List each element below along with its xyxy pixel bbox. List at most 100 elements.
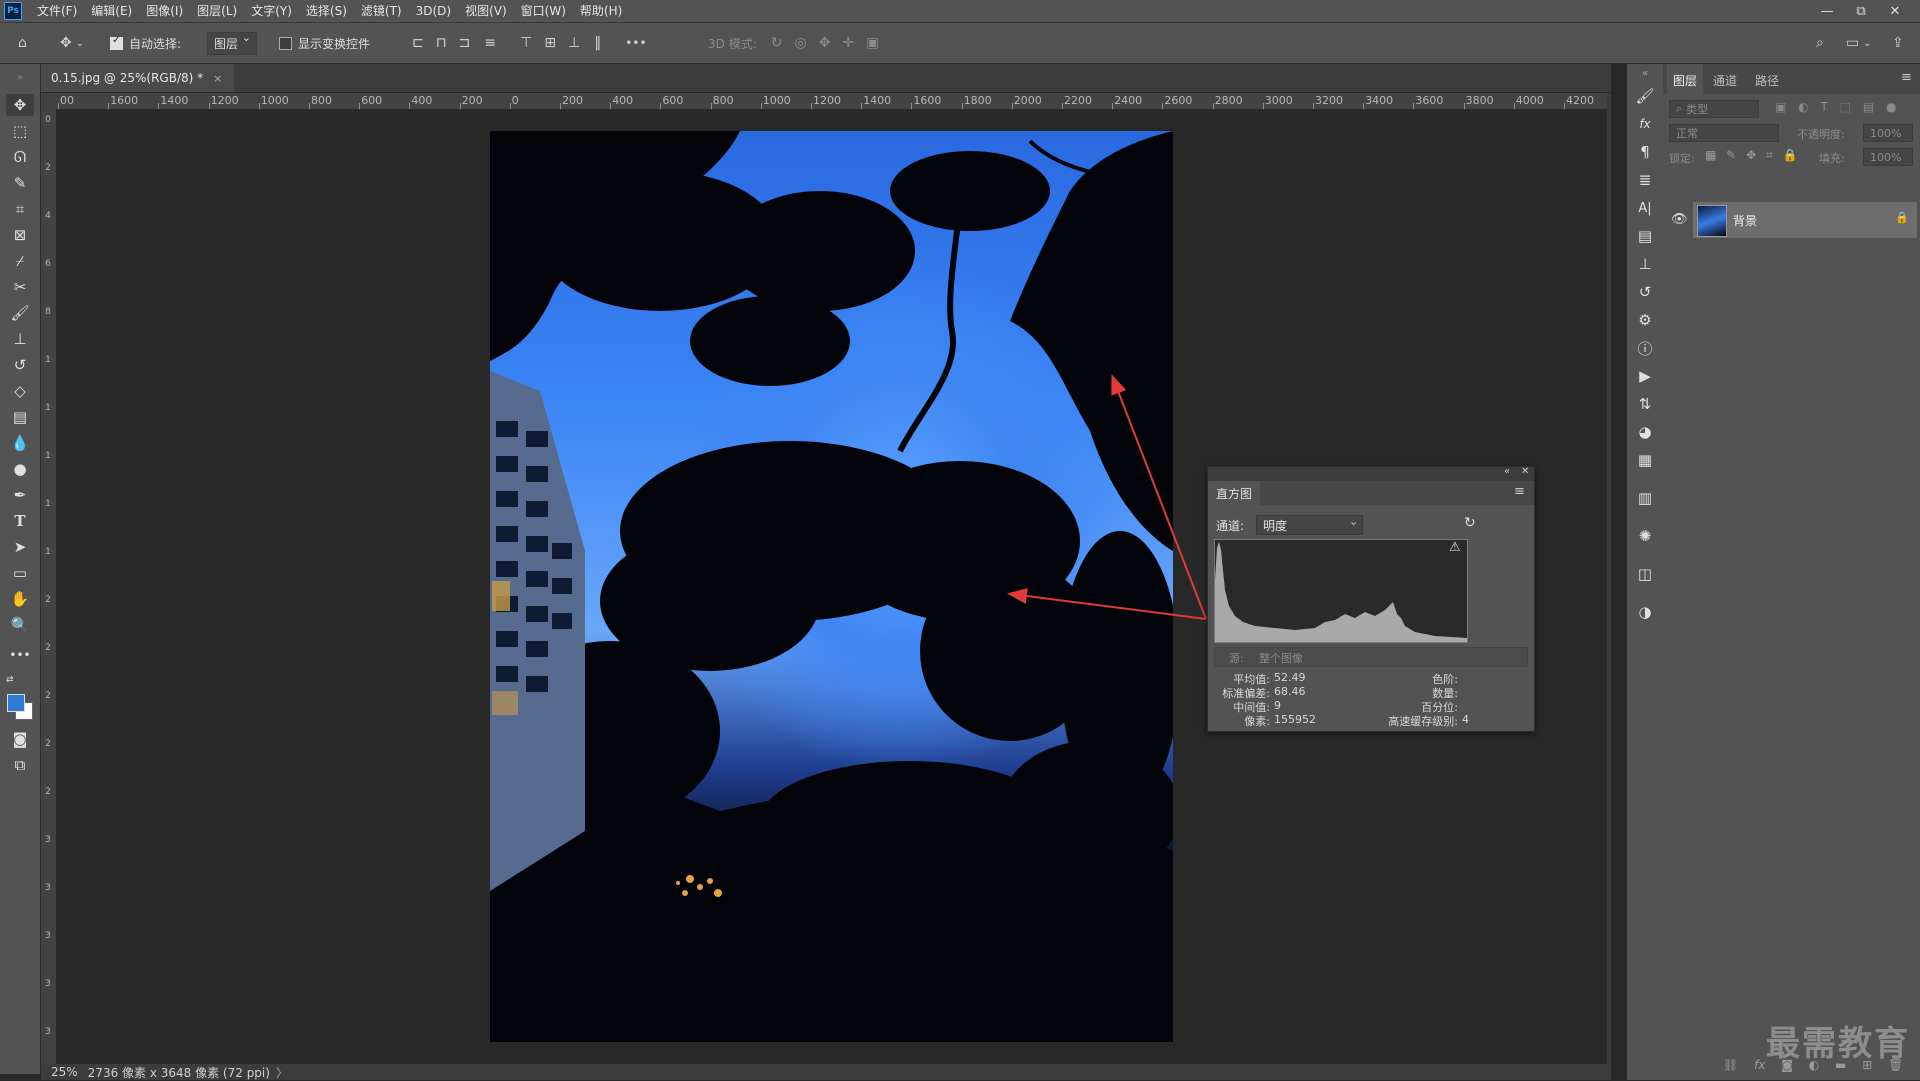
healing-tool-icon[interactable]: ✂ bbox=[6, 276, 34, 298]
properties-icon[interactable]: ⚙ bbox=[1635, 310, 1655, 330]
stamp-tool-icon[interactable]: ⊥ bbox=[6, 328, 34, 350]
3d-slide-icon[interactable]: ✛ bbox=[842, 35, 854, 51]
refresh-icon[interactable]: ↻ bbox=[1464, 515, 1476, 531]
histogram-panel-header[interactable]: « ✕ bbox=[1208, 466, 1534, 481]
hand-tool-icon[interactable]: ✋ bbox=[6, 588, 34, 610]
lock-artboard-icon[interactable]: ⌗ bbox=[1766, 148, 1773, 162]
opacity-input[interactable]: 100% bbox=[1863, 124, 1913, 142]
move-tool-icon[interactable]: ✥ bbox=[6, 94, 34, 116]
edit-toolbar-icon[interactable]: ••• bbox=[6, 644, 34, 666]
history-icon[interactable]: ↺ bbox=[1635, 282, 1655, 302]
layer-filter-dropdown[interactable]: ⌕ 类型 bbox=[1669, 100, 1759, 118]
visibility-eye-icon[interactable]: 👁 bbox=[1671, 212, 1688, 227]
libraries-icon[interactable]: ▤ bbox=[1635, 226, 1655, 246]
share-icon[interactable]: ⇪ bbox=[1892, 35, 1904, 51]
layer-row-background[interactable]: 背景 🔒 bbox=[1693, 202, 1917, 238]
channels-mixer-icon[interactable]: ◑ bbox=[1635, 602, 1655, 622]
minimize-button[interactable]: — bbox=[1810, 0, 1844, 22]
vertical-ruler[interactable]: 0 2 4 6 8 1 1 1 1 1 2 2 2 2 2 3 3 3 3 3 bbox=[41, 109, 57, 1064]
align-top-icon[interactable]: ⊤ bbox=[520, 35, 532, 51]
tab-paths[interactable]: 路径 bbox=[1755, 72, 1779, 89]
blur-tool-icon[interactable]: 💧 bbox=[6, 432, 34, 454]
styles-icon[interactable]: fx bbox=[1635, 114, 1655, 134]
rectangle-tool-icon[interactable]: ▭ bbox=[6, 562, 34, 584]
lock-transparent-icon[interactable]: ▦ bbox=[1705, 148, 1716, 162]
collapse-icon[interactable]: » bbox=[6, 72, 34, 83]
swatches-icon[interactable]: ▦ bbox=[1635, 450, 1655, 470]
filter-shape-icon[interactable]: ⬚ bbox=[1840, 100, 1851, 114]
distribute-icon[interactable]: ≡ bbox=[484, 35, 496, 51]
close-panel-icon[interactable]: ✕ bbox=[1521, 466, 1529, 477]
histogram-tab[interactable]: 直方图 bbox=[1216, 485, 1252, 502]
source-dropdown[interactable]: 源: 整个图像 bbox=[1214, 647, 1528, 667]
menu-file[interactable]: 文件(F) bbox=[30, 0, 84, 22]
zoom-level[interactable]: 25% bbox=[51, 1065, 78, 1079]
3d-roll-icon[interactable]: ◎ bbox=[794, 35, 806, 51]
auto-select-checkbox[interactable] bbox=[110, 35, 123, 50]
pen-tool-icon[interactable]: ✒ bbox=[6, 484, 34, 506]
close-window-button[interactable]: ✕ bbox=[1878, 0, 1912, 22]
3d-scale-icon[interactable]: ▣ bbox=[866, 35, 879, 51]
quick-select-tool-icon[interactable]: ✎ bbox=[6, 172, 34, 194]
screen-mode-icon[interactable]: ⧉ bbox=[6, 754, 34, 776]
paragraph-styles-icon[interactable]: ≣ bbox=[1635, 170, 1655, 190]
align-left-icon[interactable]: ⊏ bbox=[412, 35, 424, 51]
lock-all-icon[interactable]: 🔒 bbox=[1783, 148, 1798, 162]
menu-layer[interactable]: 图层(L) bbox=[190, 0, 244, 22]
swap-colors-icon[interactable]: ⇄ bbox=[6, 674, 34, 686]
filter-adjust-icon[interactable]: ◐ bbox=[1798, 100, 1808, 114]
actions-icon[interactable]: ▶ bbox=[1635, 366, 1655, 386]
tab-channels[interactable]: 通道 bbox=[1713, 72, 1737, 89]
menu-filter[interactable]: 滤镜(T) bbox=[354, 0, 409, 22]
path-select-tool-icon[interactable]: ➤ bbox=[6, 536, 34, 558]
panel-menu-icon[interactable]: ≡ bbox=[1901, 70, 1912, 85]
filter-type-icon[interactable]: T bbox=[1820, 100, 1827, 114]
menu-image[interactable]: 图像(I) bbox=[139, 0, 190, 22]
fill-input[interactable]: 100% bbox=[1863, 148, 1913, 166]
warning-icon[interactable]: ⚠ bbox=[1449, 540, 1461, 555]
align-bottom-icon[interactable]: ⊥ bbox=[568, 35, 580, 51]
type-tool-icon[interactable]: T bbox=[6, 510, 34, 532]
clone-source-icon[interactable]: ⊥ bbox=[1635, 254, 1655, 274]
paragraph-icon[interactable]: ¶ bbox=[1635, 142, 1655, 162]
menu-select[interactable]: 选择(S) bbox=[299, 0, 354, 22]
lock-pixels-icon[interactable]: ✎ bbox=[1726, 148, 1736, 162]
dodge-tool-icon[interactable]: ● bbox=[6, 458, 34, 480]
info-icon[interactable]: ⓘ bbox=[1635, 338, 1655, 358]
history-brush-tool-icon[interactable]: ↺ bbox=[6, 354, 34, 376]
brush-settings-icon[interactable]: 🖌 bbox=[1635, 86, 1655, 106]
lasso-tool-icon[interactable]: ᘏ bbox=[6, 146, 34, 168]
menu-type[interactable]: 文字(Y) bbox=[244, 0, 299, 22]
marquee-tool-icon[interactable]: ⬚ bbox=[6, 120, 34, 142]
move-tool-preset[interactable]: ✥ ⌄ bbox=[60, 23, 84, 63]
add-style-icon[interactable]: fx bbox=[1754, 1058, 1765, 1072]
filter-toggle-icon[interactable]: ● bbox=[1886, 100, 1896, 114]
horizontal-ruler[interactable]: 00 1600 1400 1200 1000 800 600 400 200 0 200 400 600… bbox=[56, 93, 1611, 110]
align-middle-icon[interactable]: ⊞ bbox=[544, 35, 556, 51]
close-tab-icon[interactable]: × bbox=[213, 72, 222, 85]
document-tab[interactable]: 0.15.jpg @ 25%(RGB/8) * × bbox=[41, 64, 235, 92]
eyedropper-tool-icon[interactable]: ⌿ bbox=[6, 250, 34, 272]
ruler-origin[interactable] bbox=[41, 93, 56, 109]
align-right-icon[interactable]: ⊐ bbox=[459, 35, 471, 51]
distribute-vertical-icon[interactable]: ‖ bbox=[594, 35, 601, 51]
panel-menu-icon[interactable]: ≡ bbox=[1514, 484, 1525, 499]
3d-pan-icon[interactable]: ✥ bbox=[819, 35, 831, 51]
menu-edit[interactable]: 编辑(E) bbox=[84, 0, 139, 22]
menu-window[interactable]: 窗口(W) bbox=[514, 0, 573, 22]
histogram-icon[interactable]: ◫ bbox=[1635, 564, 1655, 584]
home-button[interactable]: ⌂ bbox=[18, 23, 27, 63]
gradient-tool-icon[interactable]: ▤ bbox=[6, 406, 34, 428]
tab-layers[interactable]: 图层 bbox=[1673, 72, 1697, 89]
eraser-tool-icon[interactable]: ◇ bbox=[6, 380, 34, 402]
collapse-panel-icon[interactable]: « bbox=[1504, 466, 1510, 477]
brush-tool-icon[interactable]: 🖌 bbox=[6, 302, 34, 324]
blend-mode-dropdown[interactable]: 正常 bbox=[1669, 124, 1779, 142]
status-menu-arrow[interactable]: 〉 bbox=[276, 1064, 288, 1081]
menu-view[interactable]: 视图(V) bbox=[458, 0, 514, 22]
character-styles-icon[interactable]: A| bbox=[1635, 198, 1655, 218]
document-image[interactable] bbox=[490, 131, 1173, 1042]
show-transform-checkbox[interactable] bbox=[279, 36, 292, 50]
link-layers-icon[interactable]: ⛓ bbox=[1723, 1058, 1738, 1072]
restore-button[interactable]: ⧉ bbox=[1844, 0, 1878, 22]
